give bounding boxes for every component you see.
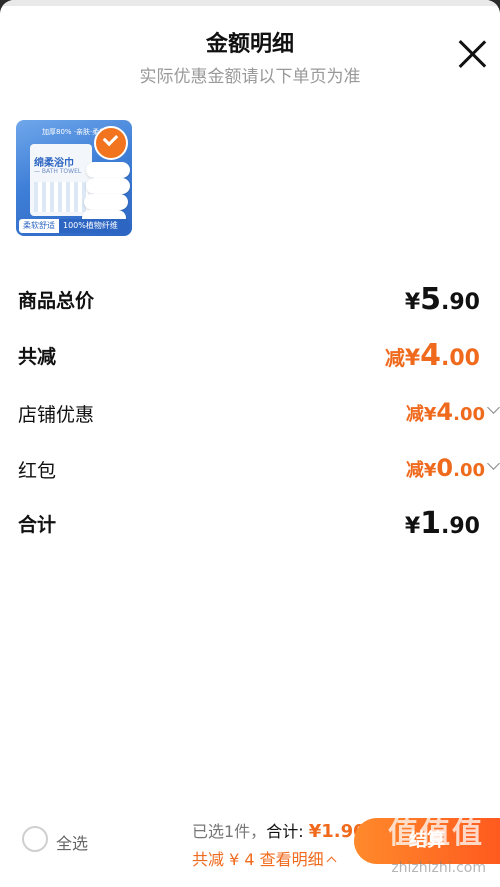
row-value: 减¥0.00 xyxy=(405,454,500,482)
product-pack-sub: — BATH TOWEL xyxy=(34,168,82,175)
towel-roll xyxy=(86,178,130,194)
top-strip xyxy=(0,0,500,6)
row-red-packet[interactable]: 红包 减¥0.00 xyxy=(18,452,500,484)
chevron-down-icon[interactable] xyxy=(487,401,500,414)
watermark-url: zhizhizhi.com xyxy=(391,860,486,876)
close-icon[interactable] xyxy=(456,38,488,70)
chevron-down-icon[interactable] xyxy=(487,457,500,470)
select-all-label[interactable]: 全选 xyxy=(56,830,88,854)
select-all-radio[interactable] xyxy=(22,826,48,852)
row-grand-total: 合计 ¥1.90 xyxy=(18,506,480,541)
product-tag-soft: 柔软舒适 xyxy=(19,219,59,233)
chevron-up-icon xyxy=(326,856,337,867)
currency-symbol: ¥ xyxy=(404,346,421,371)
selected-check-icon[interactable] xyxy=(94,126,128,160)
product-pack-title: 绵柔浴巾 xyxy=(34,158,74,169)
checkout-bar: 全选 已选1件，合计: ¥1.90 共减 ¥ 4 查看明细 结算 值值值 zhi… xyxy=(0,800,500,887)
amount-decimal: .00 xyxy=(453,460,485,481)
currency-symbol: ¥ xyxy=(423,460,437,481)
amount-detail-sheet: 金额明细 实际优惠金额请以下单页为准 加厚80% ·亲肤·柔软 绵柔浴巾 — B… xyxy=(0,0,500,887)
currency-symbol: ¥ xyxy=(404,290,421,315)
amount-decimal: .00 xyxy=(453,404,485,425)
amount-integer: 0 xyxy=(436,454,454,482)
row-value: ¥1.90 xyxy=(405,506,480,541)
amount-decimal: .00 xyxy=(441,346,480,371)
currency-symbol: ¥ xyxy=(423,404,437,425)
towel-roll xyxy=(84,194,128,210)
sheet-subtitle: 实际优惠金额请以下单页为准 xyxy=(139,67,361,87)
view-detail-link[interactable]: 共减 ¥ 4 查看明细 xyxy=(192,846,337,870)
amount-integer: 5 xyxy=(420,282,442,317)
product-tags: 柔软舒适 100%植物纤维 xyxy=(19,219,129,233)
row-total-price: 商品总价 ¥5.90 xyxy=(18,282,480,317)
pack-stripes xyxy=(34,182,88,212)
row-total-discount: 共减 减¥4.00 xyxy=(18,338,480,373)
row-value: ¥5.90 xyxy=(405,282,480,317)
product-thumbnail[interactable]: 加厚80% ·亲肤·柔软 绵柔浴巾 — BATH TOWEL 柔软舒适 100%… xyxy=(16,120,132,236)
row-label: 商品总价 xyxy=(18,290,95,312)
amount-decimal: .90 xyxy=(441,514,480,539)
product-tag-fiber: 100%植物纤维 xyxy=(59,219,129,233)
amount-integer: 4 xyxy=(420,338,442,373)
row-value: 减¥4.00 xyxy=(405,398,500,426)
total-label: 合计: xyxy=(266,822,304,841)
currency-symbol: ¥ xyxy=(404,514,421,539)
towel-roll xyxy=(86,162,130,178)
selection-summary: 已选1件，合计: ¥1.90 xyxy=(192,818,366,842)
product-package: 绵柔浴巾 — BATH TOWEL xyxy=(30,144,92,216)
row-label: 合计 xyxy=(18,514,57,536)
discount-detail-text: 共减 ¥ 4 查看明细 xyxy=(192,850,324,869)
row-value: 减¥4.00 xyxy=(385,338,480,373)
row-shop-discount[interactable]: 店铺优惠 减¥4.00 xyxy=(18,396,500,428)
discount-prefix: 减 xyxy=(405,404,424,425)
discount-prefix: 减 xyxy=(384,346,405,370)
amount-integer: 4 xyxy=(436,398,454,426)
row-label: 红包 xyxy=(18,460,57,482)
amount-integer: 1 xyxy=(420,506,442,541)
row-label: 店铺优惠 xyxy=(18,404,95,426)
discount-prefix: 减 xyxy=(405,460,424,481)
selected-count: 已选1件， xyxy=(192,822,267,841)
row-label: 共减 xyxy=(18,346,57,368)
watermark-logo: 值值值 xyxy=(388,816,484,851)
sheet-title: 金额明细 xyxy=(205,32,294,57)
amount-decimal: .90 xyxy=(441,290,480,315)
